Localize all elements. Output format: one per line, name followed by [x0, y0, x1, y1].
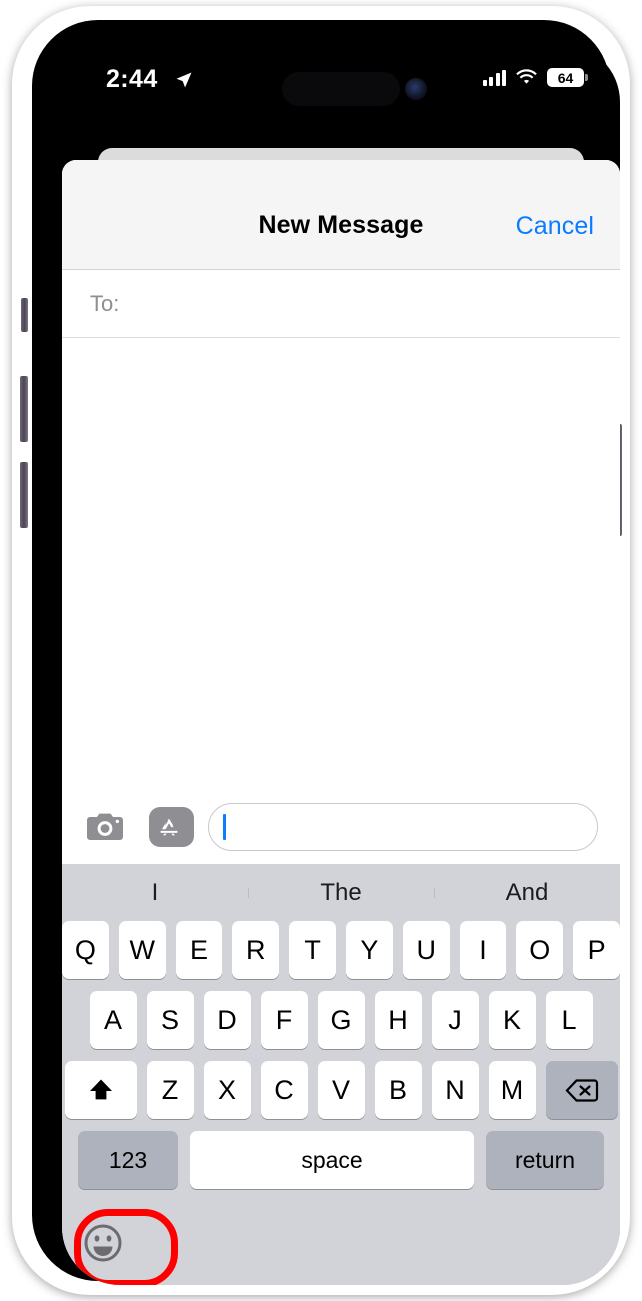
key-o[interactable]: O: [516, 921, 564, 979]
key-y[interactable]: Y: [346, 921, 393, 979]
keyboard-row-4: 123 space return: [62, 1131, 620, 1189]
keyboard-row-1: Q W E R T Y U I O P: [62, 921, 620, 979]
key-r[interactable]: R: [232, 921, 280, 979]
text-cursor: [223, 814, 226, 840]
key-w[interactable]: W: [118, 921, 166, 979]
suggestion-2[interactable]: The: [248, 879, 434, 907]
key-m[interactable]: M: [488, 1061, 536, 1119]
volume-up-button[interactable]: [20, 376, 28, 442]
new-message-sheet: New Message Cancel To: I The And Q W E R…: [62, 160, 620, 1285]
message-text-input[interactable]: [208, 803, 598, 851]
backspace-key[interactable]: [545, 1061, 618, 1119]
key-g[interactable]: G: [317, 991, 365, 1049]
key-f[interactable]: F: [260, 991, 308, 1049]
space-key[interactable]: space: [190, 1131, 474, 1189]
status-bar: 2:44 64: [62, 44, 620, 120]
shift-arrow-icon: [89, 1079, 112, 1100]
camera-button[interactable]: [84, 806, 126, 848]
suggestion-3[interactable]: And: [434, 879, 620, 907]
key-l[interactable]: L: [545, 991, 593, 1049]
keyboard-row-2: A S D F G H J K L: [62, 991, 620, 1049]
key-h[interactable]: H: [374, 991, 422, 1049]
iphone-device-frame: 2:44 64 New Message Cancel To: I The And…: [12, 6, 630, 1295]
key-z[interactable]: Z: [146, 1061, 194, 1119]
key-c[interactable]: C: [260, 1061, 308, 1119]
cancel-button[interactable]: Cancel: [516, 212, 594, 241]
navigation-bar: New Message Cancel: [62, 160, 620, 270]
app-store-glyph-icon: [160, 818, 178, 836]
mute-switch-button[interactable]: [21, 298, 28, 332]
key-u[interactable]: U: [402, 921, 450, 979]
key-q[interactable]: Q: [62, 921, 109, 979]
key-i[interactable]: I: [459, 921, 507, 979]
app-store-icon: [149, 807, 189, 847]
apps-button[interactable]: [144, 806, 194, 848]
key-p[interactable]: P: [573, 921, 620, 979]
key-t[interactable]: T: [289, 921, 336, 979]
keyboard-bottom-row: [62, 1201, 620, 1285]
key-b[interactable]: B: [374, 1061, 422, 1119]
smiley-face-icon: [84, 1224, 122, 1262]
wifi-icon: [516, 69, 537, 84]
status-bar-time: 2:44: [106, 65, 158, 93]
key-k[interactable]: K: [488, 991, 536, 1049]
emoji-keyboard-button[interactable]: [78, 1218, 128, 1268]
key-d[interactable]: D: [203, 991, 251, 1049]
predictive-text-bar: I The And: [62, 864, 620, 921]
key-v[interactable]: V: [317, 1061, 365, 1119]
shift-key[interactable]: [64, 1061, 137, 1119]
keyboard-row-3: Z X C V B N M: [62, 1061, 620, 1119]
key-s[interactable]: S: [146, 991, 194, 1049]
screenshot-stage: 2:44 64 New Message Cancel To: I The And…: [0, 0, 642, 1301]
numbers-key[interactable]: 123: [78, 1131, 178, 1189]
camera-icon: [87, 813, 123, 840]
key-e[interactable]: E: [175, 921, 223, 979]
to-field-label: To:: [90, 290, 120, 316]
battery-indicator: 64: [547, 68, 588, 87]
message-input-bar: [62, 790, 620, 864]
key-j[interactable]: J: [431, 991, 479, 1049]
recipient-field-row[interactable]: To:: [62, 270, 620, 338]
suggestion-1[interactable]: I: [62, 879, 248, 907]
key-n[interactable]: N: [431, 1061, 479, 1119]
volume-down-button[interactable]: [20, 462, 28, 528]
backspace-delete-icon: [564, 1078, 598, 1102]
location-arrow-icon: [176, 72, 192, 88]
battery-percentage: 64: [557, 69, 574, 86]
message-thread-area: [62, 338, 620, 790]
signal-bars-icon: [482, 69, 506, 86]
device-screen: 2:44 64 New Message Cancel To: I The And…: [62, 44, 620, 1285]
status-bar-indicators: 64: [482, 68, 588, 87]
return-key[interactable]: return: [486, 1131, 604, 1189]
key-a[interactable]: A: [89, 991, 137, 1049]
key-x[interactable]: X: [203, 1061, 251, 1119]
device-bezel: 2:44 64 New Message Cancel To: I The And…: [32, 20, 620, 1285]
onscreen-keyboard: I The And Q W E R T Y U I O P A S D F G …: [62, 864, 620, 1285]
